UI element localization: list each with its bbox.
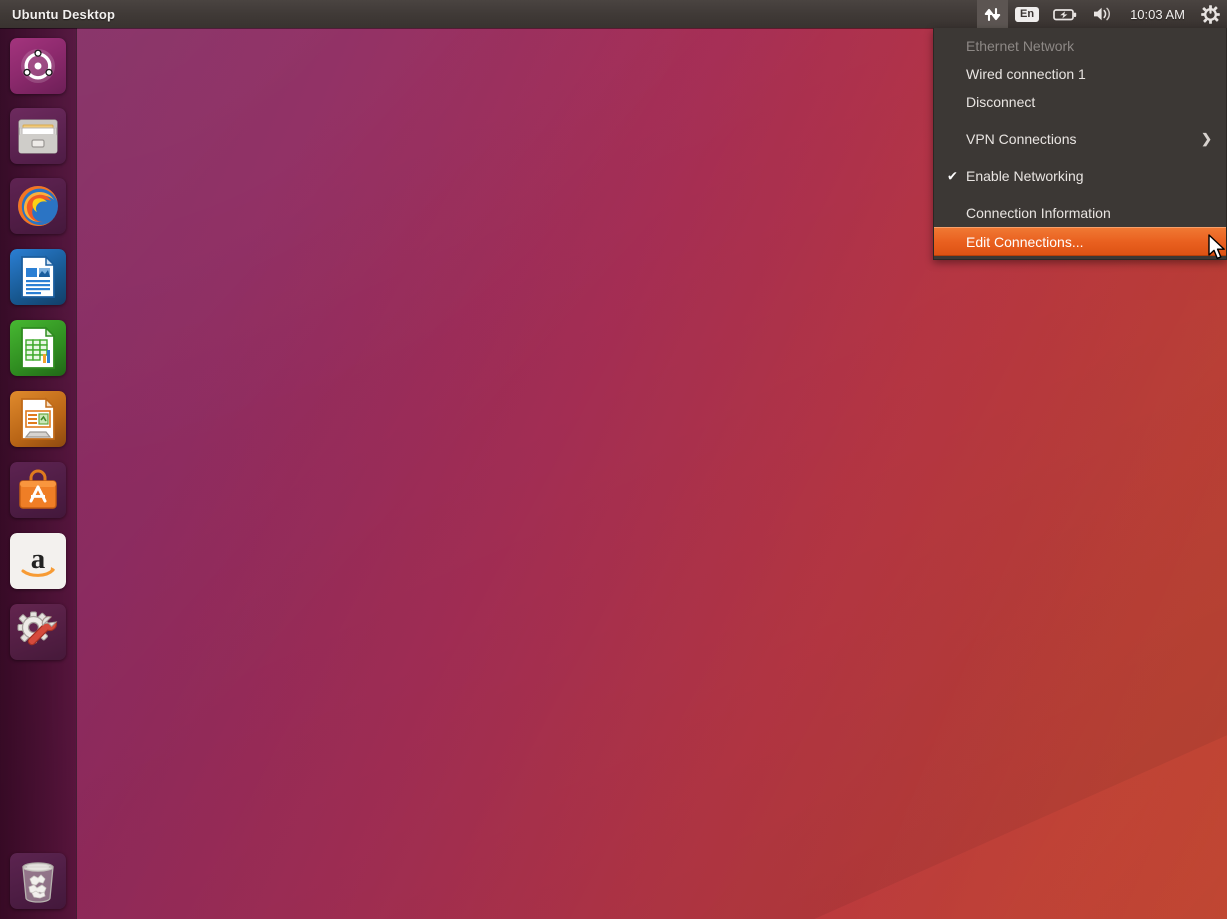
wallpaper-fold-d: [667, 300, 1227, 919]
wallpaper-highlight: [0, 0, 900, 600]
launcher-item-amazon[interactable]: a: [10, 533, 66, 589]
menu-item-ethernet-network-header: Ethernet Network: [934, 32, 1226, 60]
launcher-item-software-center[interactable]: [10, 462, 66, 518]
network-indicator[interactable]: [977, 0, 1008, 28]
launcher-item-libreoffice-writer[interactable]: [10, 249, 66, 305]
unity-launcher: a: [0, 28, 77, 919]
menu-item-edit-connections[interactable]: Edit Connections...: [934, 227, 1226, 256]
keyboard-layout-icon: En: [1015, 6, 1040, 22]
volume-speaker-icon: [1094, 7, 1111, 21]
menu-item-label: VPN Connections: [966, 131, 1077, 147]
launcher-item-dash-home[interactable]: [10, 38, 66, 94]
menu-item-label: Disconnect: [966, 94, 1036, 110]
top-panel: Ubuntu Desktop En 10:03 AM: [0, 0, 1227, 28]
spreadsheet-calc-icon: [10, 320, 66, 376]
menu-item-label: Wired connection 1: [966, 66, 1086, 82]
gear-power-icon: [1201, 4, 1220, 24]
menu-item-label: Ethernet Network: [966, 38, 1075, 54]
document-writer-icon: [10, 249, 66, 305]
firefox-icon: [10, 178, 66, 234]
clock-indicator[interactable]: 10:03 AM: [1121, 0, 1194, 28]
svg-text:a: a: [31, 543, 46, 575]
indicator-area: En 10:03 AM: [977, 0, 1227, 28]
menu-separator-3: [934, 190, 1226, 199]
panel-title: Ubuntu Desktop: [12, 6, 116, 22]
amazon-icon: a: [10, 533, 66, 589]
menu-item-disconnect[interactable]: Disconnect: [934, 88, 1226, 116]
battery-charging-icon: [1053, 8, 1077, 20]
checkmark-icon: ✔: [947, 168, 958, 184]
presentation-impress-icon: [10, 391, 66, 447]
volume-indicator[interactable]: [1085, 0, 1121, 28]
network-menu: Ethernet Network Wired connection 1 Disc…: [933, 28, 1227, 260]
launcher-item-files[interactable]: [10, 108, 66, 164]
menu-item-label: Edit Connections...: [966, 233, 1084, 250]
menu-item-vpn-connections[interactable]: VPN Connections ❯: [934, 125, 1226, 153]
menu-item-label: Connection Information: [966, 205, 1111, 221]
menu-item-enable-networking[interactable]: ✔ Enable Networking: [934, 162, 1226, 190]
launcher-item-trash[interactable]: [10, 853, 66, 909]
trash-bin-icon: [10, 853, 66, 909]
network-updown-arrows-icon: [984, 7, 1001, 21]
launcher-item-libreoffice-impress[interactable]: [10, 391, 66, 447]
launcher-item-libreoffice-calc[interactable]: [10, 320, 66, 376]
ubuntu-logo-icon: [10, 38, 66, 94]
session-indicator[interactable]: [1194, 0, 1227, 28]
keyboard-indicator[interactable]: En: [1008, 0, 1046, 28]
menu-item-label: Enable Networking: [966, 168, 1084, 184]
menu-item-connection-information[interactable]: Connection Information: [934, 199, 1226, 227]
menu-item-wired-connection-1[interactable]: Wired connection 1: [934, 60, 1226, 88]
software-bag-icon: [10, 462, 66, 518]
battery-indicator[interactable]: [1046, 0, 1085, 28]
launcher-item-firefox[interactable]: [10, 178, 66, 234]
menu-separator-1: [934, 116, 1226, 125]
file-manager-icon: [10, 108, 66, 164]
chevron-right-icon: ❯: [1201, 131, 1212, 146]
launcher-item-system-settings[interactable]: [10, 604, 66, 660]
menu-separator-2: [934, 153, 1226, 162]
gear-wrench-icon: [10, 604, 66, 660]
